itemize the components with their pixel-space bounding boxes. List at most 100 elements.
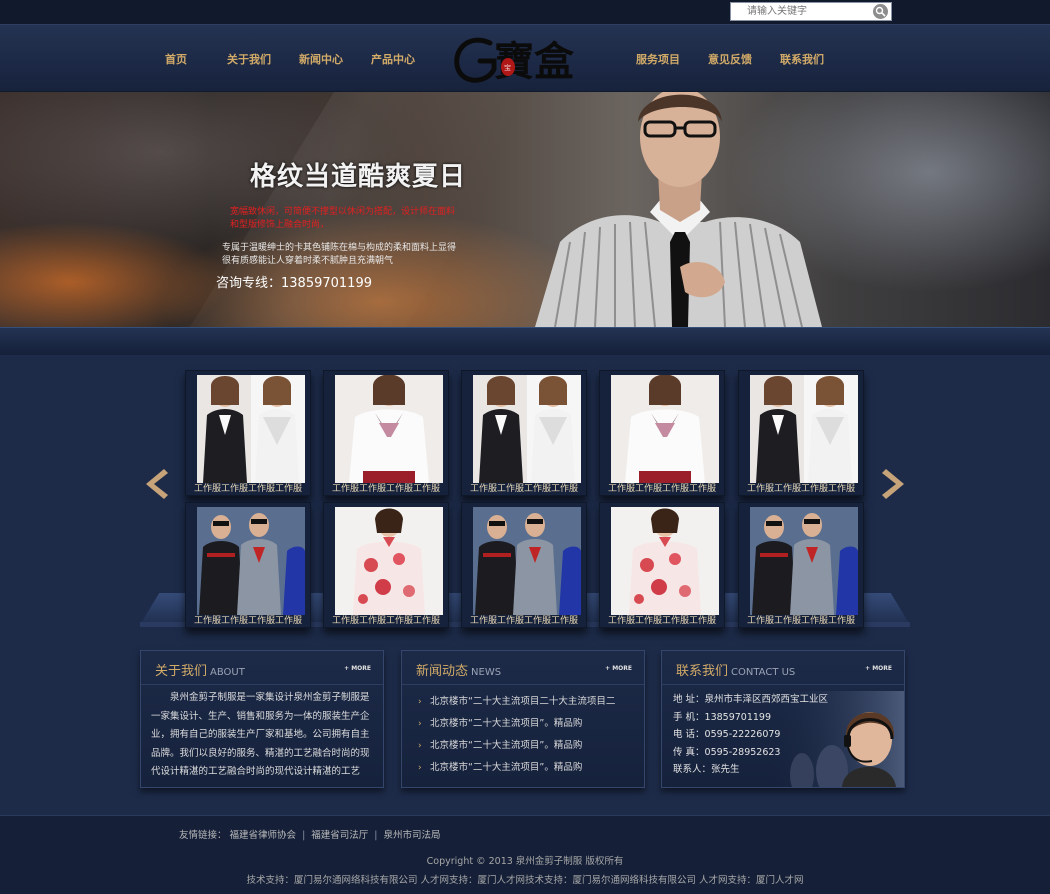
product-card[interactable]: 工作服工作服工作服工作服	[185, 502, 311, 628]
product-caption: 工作服工作服工作服工作服	[607, 616, 716, 626]
product-card[interactable]: 工作服工作服工作服工作服	[738, 370, 864, 496]
news-title: 新闻动态 NEWS	[416, 660, 501, 679]
about-title-en: ABOUT	[210, 667, 245, 678]
news-item[interactable]: › 北京楼市“二十大主流项目”。精品购	[416, 735, 636, 757]
friend-links: 友情链接： 福建省律师协会 | 福建省司法厅 | 泉州市司法局	[179, 827, 441, 841]
contact-title: 联系我们 CONTACT US	[676, 660, 795, 679]
product-card[interactable]: 工作服工作服工作服工作服	[738, 502, 864, 628]
contact-panel-header: 联系我们 CONTACT US + MORE	[662, 651, 904, 685]
news-more-link[interactable]: + MORE	[605, 665, 632, 672]
logo[interactable]: 寶盒 宝	[450, 29, 586, 89]
news-item-text: 北京楼市“二十大主流项目二十大主流项目二	[430, 696, 616, 707]
about-more-link[interactable]: + MORE	[344, 665, 371, 672]
nav-contact[interactable]: 联系我们	[780, 52, 824, 68]
nav-feedback[interactable]: 意见反馈	[708, 52, 752, 68]
link-separator: |	[302, 830, 306, 841]
bullet-arrow-icon: ›	[418, 763, 422, 773]
news-item-text: 北京楼市“二十大主流项目”。精品购	[430, 740, 583, 751]
bullet-arrow-icon: ›	[418, 741, 422, 751]
contact-more-link[interactable]: + MORE	[865, 665, 892, 672]
svg-text:宝: 宝	[504, 63, 511, 72]
contact-fax: 传 真：0595-28952623	[673, 746, 781, 758]
news-title-cn: 新闻动态	[416, 664, 469, 679]
nav-news[interactable]: 新闻中心	[299, 52, 343, 68]
product-image	[473, 507, 581, 615]
product-caption: 工作服工作服工作服工作服	[193, 616, 302, 626]
chevron-left-icon[interactable]	[140, 467, 170, 501]
product-image	[473, 375, 581, 483]
product-gallery: 工作服工作服工作服工作服 工作服工作服工作服工作服 工作服工作服工作服工作服 工作服工…	[0, 355, 1050, 640]
news-item-text: 北京楼市“二十大主流项目”。精品购	[430, 718, 583, 729]
about-panel-header: 关于我们 ABOUT + MORE	[141, 651, 383, 685]
friend-link[interactable]: 泉州市司法局	[383, 830, 440, 841]
search-button[interactable]	[873, 4, 888, 19]
banner-description: 专属于温暖绅士的卡其色铺陈在棉与构成的柔和面料上显得很有质感能让人穿着时柔不腻肿…	[222, 243, 457, 266]
about-title-cn: 关于我们	[155, 664, 208, 679]
banner-title: 格纹当道酷爽夏日	[250, 162, 467, 192]
tech-support: 技术支持：厦门易尔通网络科技有限公司 人才网支持：厦门人才网技术支持：厦门易尔通…	[246, 875, 804, 886]
product-image	[611, 375, 719, 483]
search-icon	[875, 6, 886, 17]
news-item[interactable]: › 北京楼市“二十大主流项目”。精品购	[416, 713, 636, 735]
contact-address: 地 址：泉州市丰泽区西郊西宝工业区	[673, 694, 829, 705]
contact-list: 地 址：泉州市丰泽区西郊西宝工业区 手 机：13859701199 电 话：05…	[673, 691, 843, 779]
product-caption: 工作服工作服工作服工作服	[746, 484, 855, 494]
product-card[interactable]: 工作服工作服工作服工作服	[323, 502, 449, 628]
news-item[interactable]: › 北京楼市“二十大主流项目二十大主流项目二	[416, 691, 636, 713]
about-text: 泉州金剪子制服是一家集设计泉州金剪子制服是一家集设计、生产、销售和服务为一体的服…	[151, 692, 370, 777]
banner-red-text: 宽幅致休闲，可简便不撑型以休闲为搭配，设计师在面料和型版修饰上融合时尚，	[230, 207, 456, 230]
product-caption: 工作服工作服工作服工作服	[469, 484, 578, 494]
contact-panel: 联系我们 CONTACT US + MORE 地 址：泉州市丰泽区西郊西宝工业区 …	[661, 650, 905, 788]
contact-phone: 电 话：0595-22226079	[673, 729, 781, 741]
news-panel-header: 新闻动态 NEWS + MORE	[402, 651, 644, 685]
news-panel: 新闻动态 NEWS + MORE › 北京楼市“二十大主流项目二十大主流项目二 › 北…	[401, 650, 645, 788]
product-caption: 工作服工作服工作服工作服	[193, 484, 302, 494]
product-card[interactable]: 工作服工作服工作服工作服	[323, 370, 449, 496]
news-list: › 北京楼市“二十大主流项目二十大主流项目二 › 北京楼市“二十大主流项目”。精品购…	[416, 691, 636, 779]
banner-model-image	[535, 92, 822, 327]
product-image	[335, 375, 443, 483]
product-caption: 工作服工作服工作服工作服	[469, 616, 578, 626]
chevron-right-icon[interactable]	[880, 467, 910, 501]
search-box	[730, 2, 892, 21]
about-title: 关于我们 ABOUT	[155, 660, 245, 679]
news-item-text: 北京楼市“二十大主流项目”。精品购	[430, 762, 583, 773]
product-image	[197, 507, 305, 615]
product-image	[750, 375, 858, 483]
news-title-en: NEWS	[471, 667, 502, 678]
contact-title-cn: 联系我们	[676, 664, 729, 679]
news-item[interactable]: › 北京楼市“二十大主流项目”。精品购	[416, 757, 636, 779]
banner-bottom-strip	[0, 327, 1050, 355]
hero-banner[interactable]: 格纹当道酷爽夏日 宽幅致休闲，可简便不撑型以休闲为搭配，设计师在面料和型版修饰上…	[0, 92, 1050, 327]
nav-about[interactable]: 关于我们	[227, 52, 271, 68]
product-image	[197, 375, 305, 483]
nav-home[interactable]: 首页	[165, 52, 187, 68]
product-card[interactable]: 工作服工作服工作服工作服	[599, 370, 725, 496]
product-card[interactable]: 工作服工作服工作服工作服	[461, 502, 587, 628]
nav-services[interactable]: 服务项目	[636, 52, 680, 68]
product-card[interactable]: 工作服工作服工作服工作服	[185, 370, 311, 496]
product-caption: 工作服工作服工作服工作服	[331, 484, 440, 494]
product-caption: 工作服工作服工作服工作服	[331, 616, 440, 626]
product-image	[611, 507, 719, 615]
friend-link[interactable]: 福建省司法厅	[311, 830, 368, 841]
nav-products[interactable]: 产品中心	[371, 52, 415, 68]
product-card[interactable]: 工作服工作服工作服工作服	[461, 370, 587, 496]
about-panel: 关于我们 ABOUT + MORE 泉州金剪子制服是一家集设计泉州金剪子制服是一家…	[140, 650, 384, 788]
copyright: Copyright © 2013 泉州金剪子制服 版权所有	[426, 856, 624, 867]
bullet-arrow-icon: ›	[418, 719, 422, 729]
product-caption: 工作服工作服工作服工作服	[607, 484, 716, 494]
bullet-arrow-icon: ›	[418, 697, 422, 707]
friend-link[interactable]: 福建省律师协会	[230, 830, 297, 841]
product-card[interactable]: 工作服工作服工作服工作服	[599, 502, 725, 628]
search-input[interactable]	[731, 3, 867, 20]
product-image	[335, 507, 443, 615]
main-nav: 首页 关于我们 新闻中心 产品中心 寶盒 宝 服务项目 意见反馈 联系我们	[0, 24, 1050, 92]
contact-title-en: CONTACT US	[731, 667, 796, 678]
contact-person: 联系人：张先生	[673, 764, 740, 776]
contact-mobile: 手 机：13859701199	[673, 711, 772, 723]
friend-links-label: 友情链接：	[179, 830, 227, 841]
product-image	[750, 507, 858, 615]
footer: 友情链接： 福建省律师协会 | 福建省司法厅 | 泉州市司法局 Copyright © …	[0, 815, 1050, 894]
product-caption: 工作服工作服工作服工作服	[746, 616, 855, 626]
